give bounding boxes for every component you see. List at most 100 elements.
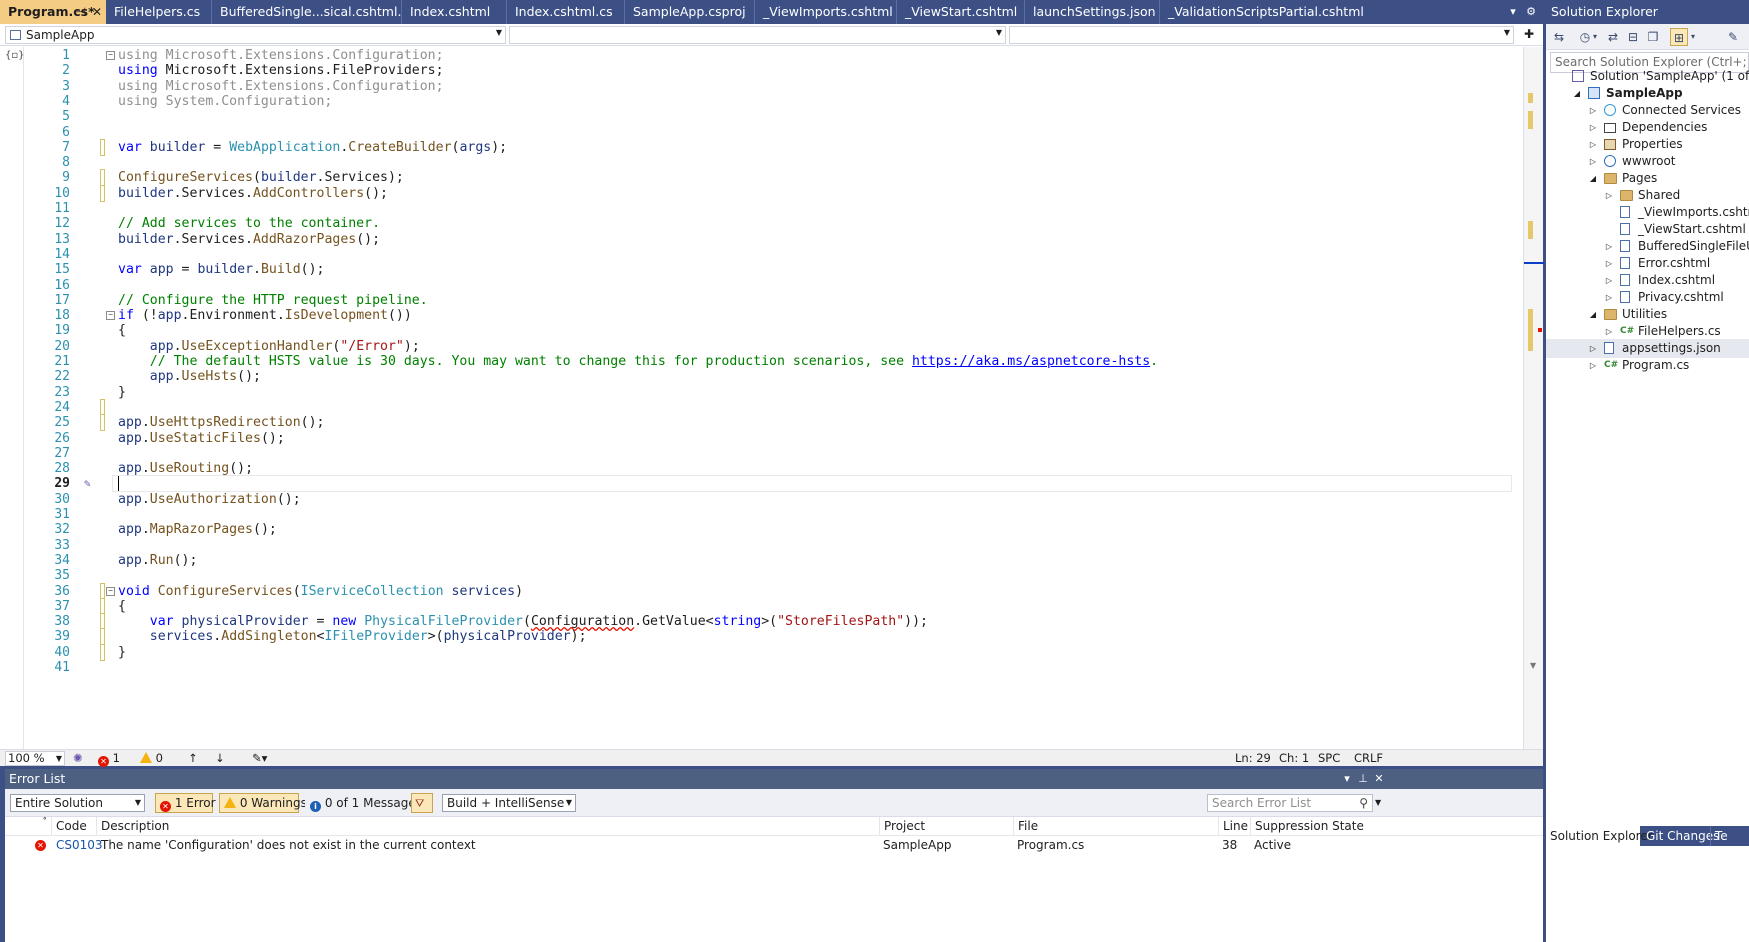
pin-tab-icon[interactable]: ⊣: [74, 0, 88, 24]
change-marker: [1528, 309, 1533, 351]
tab-solution-explorer[interactable]: Solution Explorer: [1546, 826, 1653, 846]
previous-issue-button[interactable]: ↑: [188, 750, 198, 766]
error-list-header: ᐤ Code Description Project File Line Sup…: [5, 816, 1543, 836]
collapse-outline-icon[interactable]: −: [106, 311, 115, 321]
preview-selected-icon[interactable]: ⊞: [1670, 28, 1688, 46]
chevron-down-icon: ▼: [55, 754, 62, 763]
tab-filehelpers-cs[interactable]: FileHelpers.cs: [106, 0, 211, 24]
code-line[interactable]: 41: [0, 659, 1523, 676]
error-list-title-bar: Error List ▾ ⊥ ✕: [5, 769, 1543, 789]
tab-index-cshtml[interactable]: Index.cshtml: [401, 0, 506, 24]
tab-validationscripts[interactable]: _ValidationScriptsPartial.cshtml: [1159, 0, 1503, 24]
scope-dropdown-value: Entire Solution: [15, 796, 103, 810]
close-icon[interactable]: ✕: [1371, 769, 1387, 789]
file-icon: [1620, 257, 1630, 269]
search-placeholder: Search Error List: [1212, 796, 1312, 810]
dropdown-icon[interactable]: ▾: [1590, 28, 1600, 46]
show-all-files-icon[interactable]: ❐: [1644, 28, 1662, 46]
warning-count[interactable]: 0: [140, 750, 163, 766]
error-count[interactable]: ✕ 1: [98, 750, 120, 767]
tab-sampleapp-csproj[interactable]: SampleApp.csproj: [624, 0, 754, 24]
zoom-dropdown[interactable]: 100 % ▼: [5, 751, 65, 766]
next-issue-button[interactable]: ↓: [215, 750, 225, 766]
column-header-file[interactable]: File: [1013, 817, 1218, 836]
info-icon: i: [310, 801, 321, 812]
type-dropdown[interactable]: ▼: [509, 26, 1006, 44]
collapsed-chevron-icon[interactable]: ▷: [1588, 356, 1598, 375]
auto-hide-pin-icon[interactable]: ⊥: [1355, 769, 1371, 789]
folder-icon: [1620, 190, 1633, 201]
project-dropdown[interactable]: SampleApp ▼: [5, 26, 506, 44]
line-ending-mode[interactable]: CRLF: [1354, 750, 1383, 766]
tab-launchsettings[interactable]: launchSettings.json: [1024, 0, 1159, 24]
settings-gear-icon[interactable]: ⚙: [1522, 0, 1540, 24]
errors-filter-toggle[interactable]: ✕ 1 Error: [155, 793, 216, 813]
split-window-icon[interactable]: ✚: [1520, 22, 1538, 46]
error-list-search-input[interactable]: Search Error List ⚲: [1207, 794, 1373, 812]
warnings-filter-toggle[interactable]: 0 Warnings: [219, 793, 307, 813]
properties-wrench-icon: [1604, 139, 1616, 150]
tab-list-dropdown-icon[interactable]: ▾: [1504, 0, 1522, 24]
whitespace-mode[interactable]: SPC: [1318, 750, 1340, 766]
project-dropdown-value: SampleApp: [26, 28, 95, 42]
properties-wrench-icon[interactable]: ✎: [1724, 28, 1742, 46]
solution-explorer-toolbar: ⇆ ◷ ▾ ⇄ ⊟ ❐ ⊞ ▾ ✎: [1546, 24, 1749, 50]
vertical-scrollbar[interactable]: ▼: [1523, 47, 1544, 749]
column-header-project[interactable]: Project: [879, 817, 1013, 836]
scope-dropdown[interactable]: Entire Solution ▼: [10, 794, 145, 812]
error-list-title: Error List: [9, 771, 66, 786]
member-dropdown[interactable]: ▼: [1009, 26, 1514, 44]
error-code-link[interactable]: CS0103: [56, 836, 103, 855]
filter-toggle-button[interactable]: ⛛: [411, 793, 433, 813]
tree-item[interactable]: ▷ C# Program.cs: [1546, 356, 1749, 375]
tree-item-label: Program.cs: [1622, 358, 1690, 372]
warnings-filter-label: 0 Warnings: [239, 796, 307, 810]
tab-viewimports[interactable]: _ViewImports.cshtml: [754, 0, 896, 24]
column-header-description[interactable]: Description: [96, 817, 879, 836]
dropdown-icon[interactable]: ▾: [1688, 28, 1698, 46]
sort-indicator-icon: ᐤ: [43, 816, 47, 826]
search-icon: ⚲: [1359, 796, 1368, 810]
build-source-dropdown[interactable]: Build + IntelliSense ▼: [442, 794, 576, 812]
column-header-suppression[interactable]: Suppression State: [1250, 817, 1380, 836]
char-number[interactable]: Ch: 1: [1279, 750, 1309, 766]
tool-window-tabs: Solution Explorer Git Changes Te: [1546, 826, 1749, 846]
tab-team-explorer[interactable]: Te: [1710, 826, 1749, 846]
solution-explorer-panel: Solution Explorer ⇆ ◷ ▾ ⇄ ⊟ ❐ ⊞ ▾ ✎ Sear…: [1546, 0, 1749, 942]
error-list-toolbar: Entire Solution ▼ ✕ 1 Error 0 Warnings i…: [5, 789, 1543, 817]
sync-icon[interactable]: ⇄: [1604, 28, 1622, 46]
collapse-outline-icon[interactable]: −: [106, 51, 115, 60]
line-number[interactable]: Ln: 29: [1235, 750, 1271, 766]
solution-explorer-title-bar: Solution Explorer: [1546, 0, 1749, 24]
switch-views-icon[interactable]: ⇆: [1550, 28, 1568, 46]
tab-bufferedsingle-cs[interactable]: BufferedSingle...sical.cshtml.cs: [211, 0, 401, 24]
filter-funnel-icon: ⛛: [415, 797, 425, 810]
chevron-down-icon: ▼: [495, 28, 502, 37]
scroll-down-icon[interactable]: ▼: [1530, 661, 1536, 670]
csharp-file-icon: C#: [1620, 326, 1635, 336]
tab-label: Index.cshtml: [410, 4, 491, 19]
collapse-all-icon[interactable]: ⊟: [1624, 28, 1642, 46]
file-icon: [1620, 206, 1630, 218]
tab-git-changes[interactable]: Git Changes: [1642, 826, 1719, 846]
warning-icon: [140, 752, 152, 763]
column-header-line[interactable]: Line: [1218, 817, 1250, 836]
close-tab-icon[interactable]: ✕: [90, 0, 104, 24]
window-position-icon[interactable]: ▾: [1339, 769, 1355, 789]
build-source-value: Build + IntelliSense: [447, 796, 565, 810]
error-project: SampleApp: [883, 838, 952, 852]
code-text-area[interactable]: {▫} 1− using Microsoft.Extensions.Configu…: [0, 47, 1523, 749]
zoom-value: 100 %: [8, 751, 45, 765]
warning-icon: [224, 797, 236, 808]
messages-filter-toggle[interactable]: i 0 of 1 Message: [305, 793, 416, 813]
quick-actions-brush-icon[interactable]: ✎▾: [252, 750, 267, 766]
table-row[interactable]: ✕ CS0103 The name 'Configuration' does n…: [5, 836, 1543, 855]
search-options-dropdown-icon[interactable]: ▼: [1375, 798, 1381, 807]
tab-viewstart[interactable]: _ViewStart.cshtml: [896, 0, 1024, 24]
tab-program-cs[interactable]: Program.cs* ⊣ ✕: [0, 0, 106, 24]
collapse-outline-icon[interactable]: −: [106, 586, 115, 596]
project-icon: [10, 30, 21, 40]
tab-index-cshtml-cs[interactable]: Index.cshtml.cs: [506, 0, 624, 24]
column-header-code[interactable]: Code: [51, 817, 99, 836]
code-cleanup-icon[interactable]: ✺: [73, 750, 83, 766]
